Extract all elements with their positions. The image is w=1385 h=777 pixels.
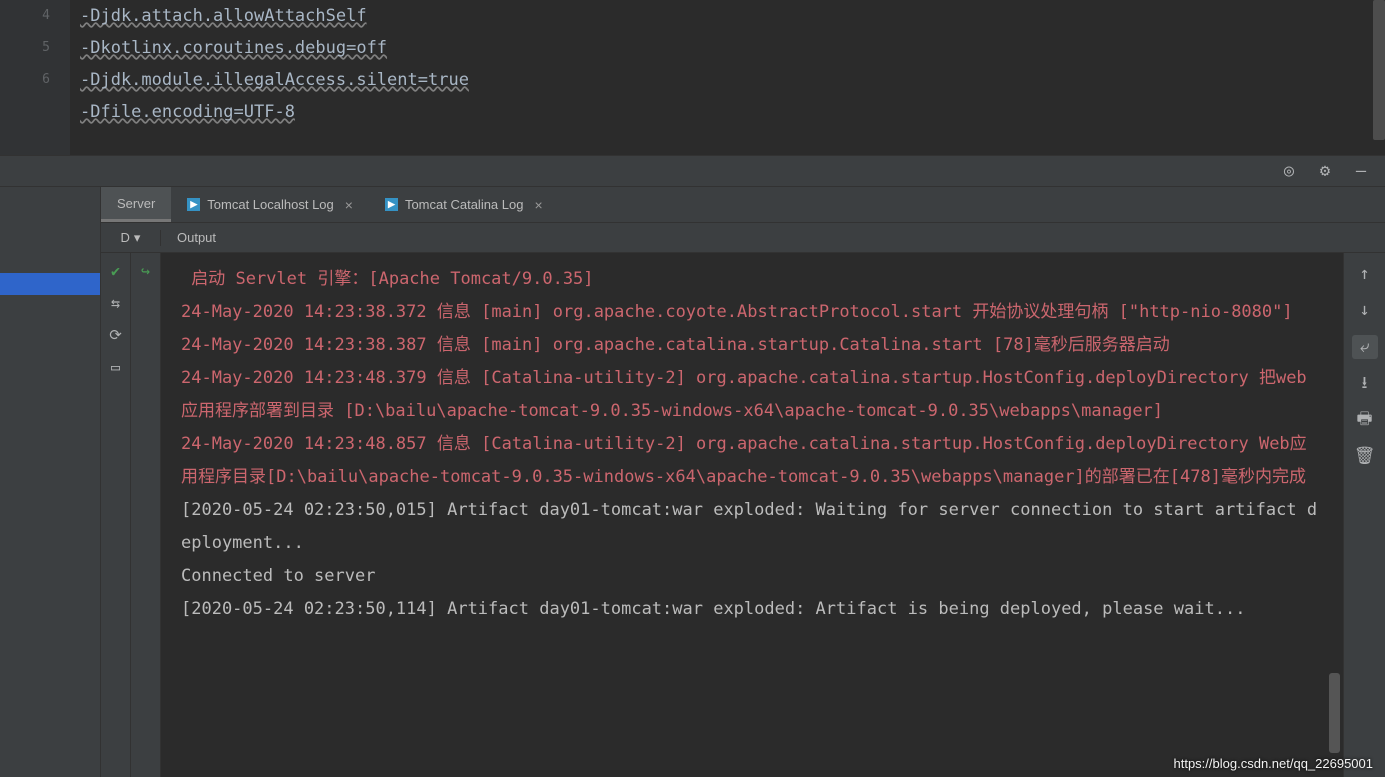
output-content-row: ✔ ⇆ ⟳ ▭ ↪ 启动 Servlet 引擎：[Apache Tomcat/9…	[101, 253, 1385, 777]
tab-label: Tomcat Catalina Log	[405, 197, 524, 212]
close-icon[interactable]: ×	[534, 197, 542, 213]
down-arrow-icon[interactable]: ↓	[1354, 299, 1376, 321]
log-line: [2020-05-24 02:23:50,015] Artifact day01…	[181, 494, 1323, 560]
scroll-end-icon[interactable]: ⭳	[1354, 373, 1376, 395]
deploy-arrow-icon[interactable]: ↪	[136, 261, 156, 281]
up-arrow-icon[interactable]: ↑	[1354, 263, 1376, 285]
code-text: -Djdk.attach.allowAttachSelf	[80, 6, 367, 26]
right-toolbar: ↑ ↓ ⤶ ⭳ 🖶 🗑	[1343, 253, 1385, 777]
editor-scrollbar[interactable]	[1373, 0, 1385, 140]
log-line: Connected to server	[181, 560, 1323, 593]
editor-gutter: 4 5 6	[0, 0, 70, 155]
code-text: -Djdk.module.illegalAccess.silent=true	[80, 70, 469, 90]
soft-wrap-icon[interactable]: ⤶	[1352, 335, 1378, 359]
gear-icon[interactable]: ⚙	[1313, 159, 1337, 183]
output-subheader: D ▾ Output	[101, 223, 1385, 253]
code-text: -Dfile.encoding=UTF-8	[80, 102, 295, 122]
main-area: Server ▶ Tomcat Localhost Log × ▶ Tomcat…	[0, 187, 1385, 777]
console-output[interactable]: 启动 Servlet 引擎：[Apache Tomcat/9.0.35] 24-…	[161, 253, 1343, 777]
sync-icon[interactable]: ⇆	[106, 293, 126, 313]
status-bar: ◎ ⚙ —	[0, 155, 1385, 187]
log-line: 24-May-2020 14:23:38.387 信息 [main] org.a…	[181, 329, 1323, 362]
tab-server[interactable]: Server	[101, 187, 171, 222]
minimize-icon[interactable]: —	[1349, 159, 1373, 183]
run-tabs: Server ▶ Tomcat Localhost Log × ▶ Tomcat…	[101, 187, 1385, 223]
tab-label: Tomcat Localhost Log	[207, 197, 333, 212]
layout-icon[interactable]: ▭	[106, 357, 126, 377]
editor-area: 4 5 6 -Djdk.attach.allowAttachSelf -Dkot…	[0, 0, 1385, 155]
output-label: Output	[161, 230, 216, 245]
tab-label: Server	[117, 196, 155, 211]
run-tool-window: Server ▶ Tomcat Localhost Log × ▶ Tomcat…	[100, 187, 1385, 777]
code-text: -Dkotlinx.coroutines.debug=off	[80, 38, 387, 58]
ok-check-icon[interactable]: ✔	[106, 261, 126, 281]
log-line: [2020-05-24 02:23:50,114] Artifact day01…	[181, 593, 1323, 626]
run-icon: ▶	[187, 198, 200, 211]
refresh-icon[interactable]: ⟳	[106, 325, 126, 345]
run-icon: ▶	[385, 198, 398, 211]
left-toolbar-2: ↪	[131, 253, 161, 777]
deployment-dropdown[interactable]: D ▾	[101, 230, 161, 246]
sidebar-selected-item[interactable]	[0, 273, 100, 295]
project-sidebar[interactable]	[0, 187, 100, 777]
close-icon[interactable]: ×	[345, 197, 353, 213]
deployment-label: D	[121, 230, 130, 245]
print-icon[interactable]: 🖶	[1354, 409, 1376, 431]
line-number: 5	[0, 32, 70, 64]
left-toolbar: ✔ ⇆ ⟳ ▭	[101, 253, 131, 777]
target-icon[interactable]: ◎	[1277, 159, 1301, 183]
trash-icon[interactable]: 🗑	[1354, 445, 1376, 467]
log-line: 24-May-2020 14:23:48.857 信息 [Catalina-ut…	[181, 428, 1323, 494]
tab-catalina-log[interactable]: ▶ Tomcat Catalina Log ×	[369, 187, 559, 222]
log-line: 启动 Servlet 引擎：[Apache Tomcat/9.0.35]	[181, 263, 1323, 296]
console-scrollbar[interactable]	[1329, 673, 1340, 753]
line-number: 4	[0, 0, 70, 32]
tab-localhost-log[interactable]: ▶ Tomcat Localhost Log ×	[171, 187, 369, 222]
code-content[interactable]: -Djdk.attach.allowAttachSelf -Dkotlinx.c…	[70, 0, 1385, 155]
watermark-text: https://blog.csdn.net/qq_22695001	[1174, 756, 1374, 771]
log-line: 24-May-2020 14:23:38.372 信息 [main] org.a…	[181, 296, 1323, 329]
log-line: 24-May-2020 14:23:48.379 信息 [Catalina-ut…	[181, 362, 1323, 428]
chevron-down-icon: ▾	[134, 230, 141, 246]
line-number: 6	[0, 64, 70, 96]
